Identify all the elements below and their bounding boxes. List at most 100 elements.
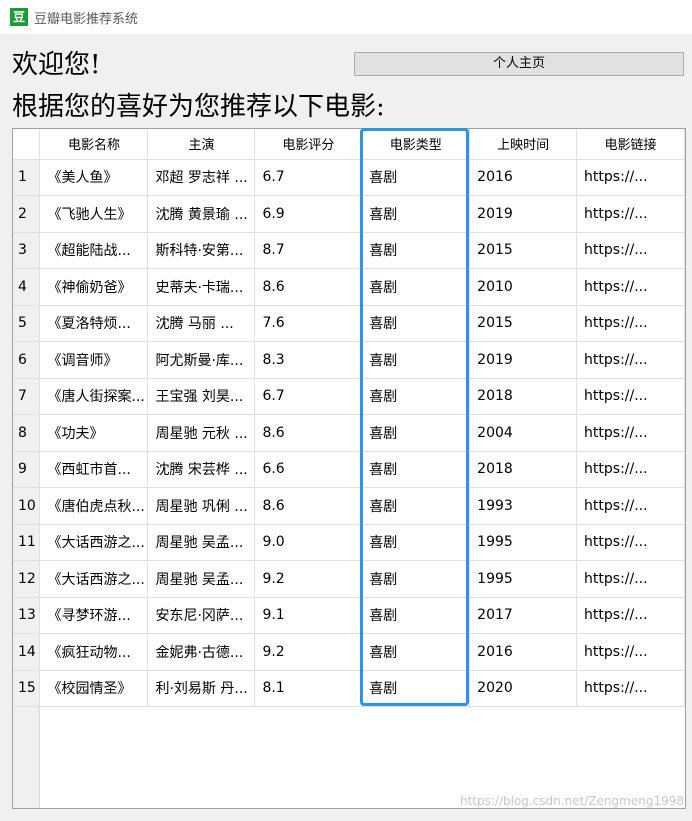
table-row[interactable]: 2 《飞驰人生》 沈腾 黄景瑜 ... 6.9 喜剧 2019 https://... [13,195,685,233]
row-number[interactable]: 9 [13,451,41,488]
cast-cell[interactable]: 沈腾 宋芸桦 ... [147,451,256,488]
movie-title-cell[interactable]: 《校园情圣》 [39,670,149,707]
cast-cell[interactable]: 安东尼·冈萨... [147,597,256,634]
column-header-link[interactable]: 电影链接 [576,129,685,160]
link-cell[interactable]: https://... [576,487,685,525]
rating-cell[interactable]: 6.7 [254,159,363,196]
table-row[interactable]: 8 《功夫》 周星驰 元秋 ... 8.6 喜剧 2004 https://... [13,414,685,452]
profile-button[interactable]: 个人主页 [354,52,684,76]
link-cell[interactable]: https://... [576,524,685,561]
genre-cell[interactable]: 喜剧 [361,597,471,634]
year-cell[interactable]: 2015 [469,232,578,269]
link-cell[interactable]: https://... [576,341,685,379]
table-row[interactable]: 4 《神偷奶爸》 史蒂夫·卡瑞... 8.6 喜剧 2010 https://... [13,268,685,306]
column-header-title[interactable]: 电影名称 [39,129,149,160]
movie-title-cell[interactable]: 《夏洛特烦... [39,305,149,342]
link-cell[interactable]: https://... [576,195,685,233]
rating-cell[interactable]: 8.7 [254,232,363,269]
link-cell[interactable]: https://... [576,560,685,598]
movie-title-cell[interactable]: 《超能陆战... [39,232,149,269]
rating-cell[interactable]: 8.6 [254,487,363,525]
row-number[interactable]: 4 [13,268,41,306]
movie-title-cell[interactable]: 《唐人街探案... [39,378,149,415]
year-cell[interactable]: 2016 [469,633,578,671]
year-cell[interactable]: 2004 [469,414,578,452]
link-cell[interactable]: https://... [576,232,685,269]
cast-cell[interactable]: 周星驰 吴孟... [147,560,256,598]
year-cell[interactable]: 2018 [469,378,578,415]
year-cell[interactable]: 2016 [469,159,578,196]
year-cell[interactable]: 1995 [469,560,578,598]
link-cell[interactable]: https://... [576,633,685,671]
movie-title-cell[interactable]: 《调音师》 [39,341,149,379]
table-row[interactable]: 15 《校园情圣》 利·刘易斯 丹... 8.1 喜剧 2020 https://... [13,670,685,707]
year-cell[interactable]: 2018 [469,451,578,488]
year-cell[interactable]: 2010 [469,268,578,306]
table-row[interactable]: 11 《大话西游之... 周星驰 吴孟... 9.0 喜剧 1995 https://... [13,524,685,561]
movie-title-cell[interactable]: 《神偷奶爸》 [39,268,149,306]
genre-cell[interactable]: 喜剧 [361,414,471,452]
cast-cell[interactable]: 斯科特·安第... [147,232,256,269]
table-row[interactable]: 14 《疯狂动物... 金妮弗·古德... 9.2 喜剧 2016 https://... [13,633,685,671]
genre-cell[interactable]: 喜剧 [361,341,471,379]
year-cell[interactable]: 2019 [469,341,578,379]
row-number[interactable]: 8 [13,414,41,452]
cast-cell[interactable]: 沈腾 马丽 ... [147,305,256,342]
row-number[interactable]: 3 [13,232,41,269]
link-cell[interactable]: https://... [576,378,685,415]
table-row[interactable]: 9 《西虹市首... 沈腾 宋芸桦 ... 6.6 喜剧 2018 https://... [13,451,685,488]
link-cell[interactable]: https://... [576,159,685,196]
cast-cell[interactable]: 邓超 罗志祥 ... [147,159,256,196]
row-number[interactable]: 12 [13,560,41,598]
link-cell[interactable]: https://... [576,305,685,342]
genre-cell[interactable]: 喜剧 [361,268,471,306]
row-number[interactable]: 15 [13,670,41,707]
year-cell[interactable]: 2017 [469,597,578,634]
genre-cell[interactable]: 喜剧 [361,451,471,488]
rating-cell[interactable]: 8.6 [254,268,363,306]
year-cell[interactable]: 2020 [469,670,578,707]
rating-cell[interactable]: 6.9 [254,195,363,233]
cast-cell[interactable]: 阿尤斯曼·库... [147,341,256,379]
rating-cell[interactable]: 8.3 [254,341,363,379]
year-cell[interactable]: 1993 [469,487,578,525]
movie-table[interactable]: 电影名称 主演 电影评分 电影类型 上映时间 电影链接 1 《美人鱼》 邓超 罗志祥… [12,128,686,809]
link-cell[interactable]: https://... [576,414,685,452]
genre-cell[interactable]: 喜剧 [361,670,471,707]
rating-cell[interactable]: 7.6 [254,305,363,342]
rating-cell[interactable]: 9.1 [254,597,363,634]
link-cell[interactable]: https://... [576,670,685,707]
genre-cell[interactable]: 喜剧 [361,378,471,415]
genre-cell[interactable]: 喜剧 [361,633,471,671]
year-cell[interactable]: 2015 [469,305,578,342]
cast-cell[interactable]: 金妮弗·古德... [147,633,256,671]
row-number[interactable]: 11 [13,524,41,561]
row-number[interactable]: 6 [13,341,41,379]
movie-title-cell[interactable]: 《大话西游之... [39,560,149,598]
cast-cell[interactable]: 周星驰 巩俐 ... [147,487,256,525]
column-header-genre[interactable]: 电影类型 [361,129,471,160]
movie-title-cell[interactable]: 《大话西游之... [39,524,149,561]
row-number[interactable]: 14 [13,633,41,671]
rating-cell[interactable]: 6.6 [254,451,363,488]
column-header-cast[interactable]: 主演 [147,129,256,160]
genre-cell[interactable]: 喜剧 [361,232,471,269]
rating-cell[interactable]: 9.2 [254,560,363,598]
movie-title-cell[interactable]: 《飞驰人生》 [39,195,149,233]
row-number[interactable]: 1 [13,159,41,196]
cast-cell[interactable]: 利·刘易斯 丹... [147,670,256,707]
table-row[interactable]: 13 《寻梦环游... 安东尼·冈萨... 9.1 喜剧 2017 https://... [13,597,685,634]
cast-cell[interactable]: 周星驰 吴孟... [147,524,256,561]
genre-cell[interactable]: 喜剧 [361,159,471,196]
rating-cell[interactable]: 8.6 [254,414,363,452]
movie-title-cell[interactable]: 《寻梦环游... [39,597,149,634]
cast-cell[interactable]: 周星驰 元秋 ... [147,414,256,452]
table-row[interactable]: 3 《超能陆战... 斯科特·安第... 8.7 喜剧 2015 https://... [13,232,685,269]
genre-cell[interactable]: 喜剧 [361,305,471,342]
row-number[interactable]: 10 [13,487,41,525]
rating-cell[interactable]: 9.2 [254,633,363,671]
table-row[interactable]: 10 《唐伯虎点秋... 周星驰 巩俐 ... 8.6 喜剧 1993 https://..… [13,487,685,525]
table-row[interactable]: 7 《唐人街探案... 王宝强 刘昊... 6.7 喜剧 2018 https://... [13,378,685,415]
column-header-rating[interactable]: 电影评分 [254,129,363,160]
year-cell[interactable]: 2019 [469,195,578,233]
